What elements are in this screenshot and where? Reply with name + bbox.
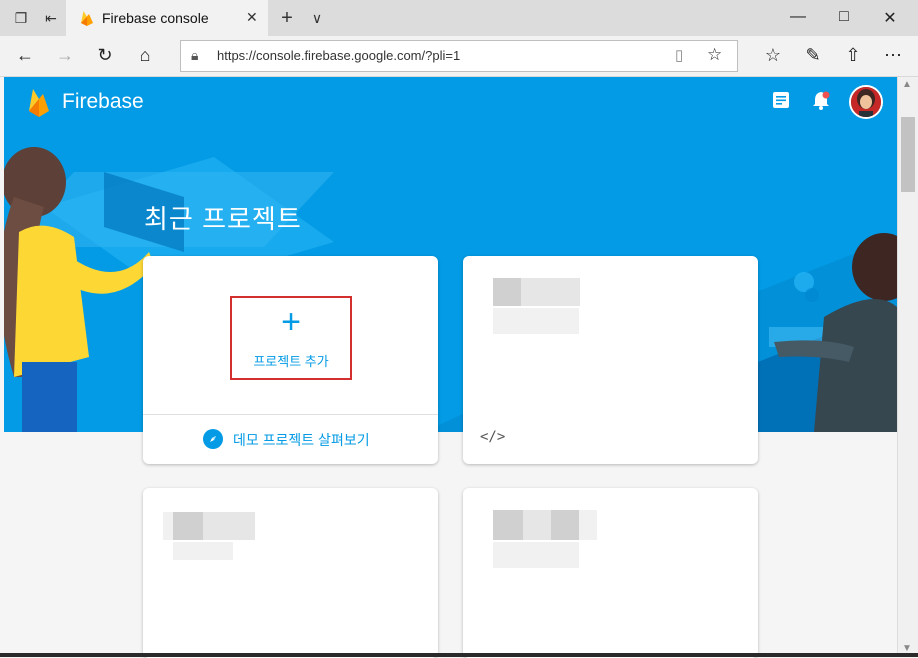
set-aside-icon[interactable]: ⇤ [42,9,60,27]
redacted-text [233,512,255,540]
redacted-text [493,308,579,334]
redacted-text [493,542,579,568]
app-name[interactable]: Firebase [62,90,144,114]
scroll-thumb[interactable] [901,117,915,192]
forward-icon[interactable]: → [54,44,76,66]
home-icon[interactable]: ⌂ [134,44,156,66]
avatar[interactable] [849,85,883,119]
close-icon[interactable]: ✕ [246,9,258,26]
redacted-text [523,510,551,540]
scrollbar[interactable]: ▲ ▼ [897,77,918,657]
compass-icon [203,429,223,449]
add-project-card[interactable]: + 프로젝트 추가 데모 프로젝트 살펴보기 [143,256,438,464]
minimize-icon[interactable]: — [788,8,808,26]
lock-icon: 🔒︎ [191,47,199,63]
page-title: 최근 프로젝트 [144,204,302,234]
navigation-bar: ← → ↻ ⌂ 🔒︎ https://console.firebase.goog… [0,36,918,77]
url-text[interactable]: https://console.firebase.google.com/?pli… [217,48,460,63]
redacted-text [493,510,523,540]
divider [143,414,438,415]
more-icon[interactable]: ⋯ [882,44,904,66]
maximize-icon[interactable]: □ [834,8,854,26]
address-bar[interactable]: 🔒︎ https://console.firebase.google.com/?… [180,40,738,72]
new-tab-icon[interactable]: + [278,8,296,28]
project-card[interactable]: </> [463,256,758,464]
redacted-text [551,278,580,306]
demo-project-link[interactable]: 데모 프로젝트 살펴보기 [233,430,370,450]
window-close-icon[interactable]: ✕ [880,8,900,28]
plus-icon: + [281,303,301,341]
title-bar: ❐ ⇤ Firebase console ✕ + ∨ — □ ✕ [0,0,918,36]
back-icon[interactable]: ← [14,44,36,66]
docs-icon[interactable] [772,91,790,109]
redacted-text [493,278,521,306]
redacted-text [163,512,173,540]
firebase-flame-icon [81,11,93,26]
redacted-text [521,278,551,306]
favorite-star-icon[interactable]: ☆ [707,45,722,65]
redacted-text [173,542,233,560]
tab-actions-icon[interactable]: ❐ [12,9,30,27]
tab-title: Firebase console [102,10,209,26]
refresh-icon[interactable]: ↻ [94,44,116,66]
redacted-text [203,512,233,540]
redacted-text [551,510,579,540]
pen-icon[interactable]: ✎ [802,44,824,66]
code-icon: </> [480,429,506,445]
notifications-bell-icon[interactable] [812,90,830,110]
avatar-image [851,87,881,117]
hero-banner: Firebase 최근 프로젝트 [4,77,897,432]
hero-illustration [4,147,897,432]
tab-list-icon[interactable]: ∨ [308,9,326,27]
add-project-button[interactable]: + 프로젝트 추가 [230,296,352,380]
redacted-text [579,510,597,540]
favorites-icon[interactable]: ☆ [762,44,784,66]
add-project-label: 프로젝트 추가 [253,354,329,369]
scroll-up-icon[interactable]: ▲ [902,79,912,90]
redacted-text [173,512,203,540]
share-icon[interactable]: ⇧ [842,44,864,66]
project-card[interactable] [143,488,438,658]
browser-tab[interactable]: Firebase console ✕ [66,0,268,36]
window-bottom-edge [0,653,918,657]
project-card[interactable] [463,488,758,658]
reading-view-icon[interactable]: ▯ [675,46,683,64]
firebase-logo-icon [29,89,49,117]
